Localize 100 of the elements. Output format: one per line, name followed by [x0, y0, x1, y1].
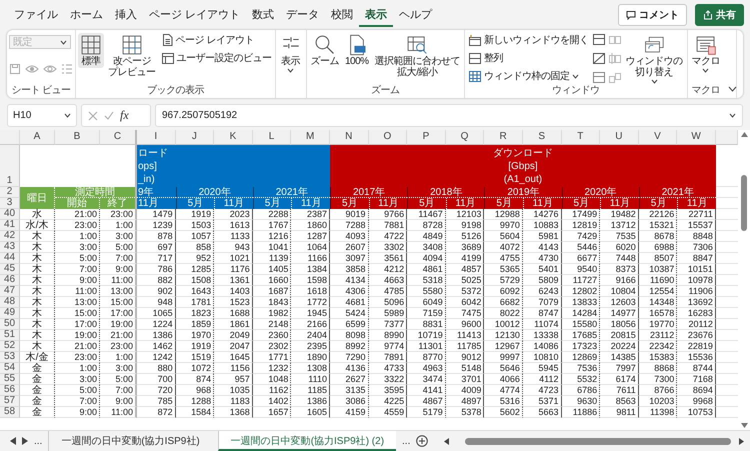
- table-cell: 21:00: [55, 341, 100, 352]
- table-cell: 金: [20, 385, 55, 396]
- row-header[interactable]: 51: [0, 330, 20, 341]
- sheet-tab[interactable]: 一週間の日中変動(協力ISP9社): [48, 431, 212, 451]
- row-header[interactable]: 41: [0, 220, 20, 231]
- row-header[interactable]: 3: [0, 198, 20, 209]
- row-header[interactable]: 49: [0, 308, 20, 319]
- ribbon-button[interactable]: マクロ: [690, 33, 722, 74]
- column-header[interactable]: P: [407, 130, 446, 145]
- row-header[interactable]: 52: [0, 341, 20, 352]
- table-cell: 13338: [522, 330, 562, 341]
- table-cell: 23:00: [55, 220, 100, 231]
- ribbon-button[interactable]: ユーザー設定のビュー: [160, 51, 272, 65]
- more-sheets[interactable]: ...: [402, 436, 410, 446]
- ribbon-button[interactable]: ズーム: [308, 33, 341, 68]
- row-header[interactable]: 2: [0, 187, 20, 198]
- ribbon-button[interactable]: 表示: [278, 33, 304, 74]
- menu-tab[interactable]: ファイル: [8, 4, 64, 26]
- column-header[interactable]: C: [100, 130, 137, 145]
- column-header[interactable]: V: [638, 130, 678, 145]
- row-header[interactable]: 54: [0, 363, 20, 374]
- menu-tab[interactable]: 数式: [246, 4, 280, 26]
- row-header[interactable]: 47: [0, 286, 20, 297]
- menu-tab[interactable]: ホーム: [64, 4, 109, 26]
- table-cell: 2395: [291, 341, 330, 352]
- ribbon-button[interactable]: 改ページ プレビュー: [106, 33, 158, 79]
- table-cell: 4066: [484, 374, 523, 385]
- row-header[interactable]: 48: [0, 297, 20, 308]
- menu-tab[interactable]: 校閲: [325, 4, 360, 26]
- column-header[interactable]: A: [20, 130, 55, 145]
- column-header[interactable]: I: [137, 130, 176, 145]
- more-sheets[interactable]: ...: [34, 436, 42, 446]
- name-box[interactable]: H10: [7, 104, 77, 127]
- reset-position-icon: [608, 71, 622, 84]
- table-cell: 1:00: [100, 220, 137, 231]
- ribbon-button[interactable]: 新しいウィンドウを開く: [467, 33, 590, 47]
- column-header[interactable]: R: [484, 130, 523, 145]
- table-cell: 8373: [600, 264, 639, 275]
- menu-tab[interactable]: 表示: [359, 4, 394, 26]
- select-all-button[interactable]: [0, 130, 20, 145]
- row-header[interactable]: 57: [0, 396, 20, 407]
- table-cell: 7:00: [100, 385, 137, 396]
- table-cell: 2607: [330, 242, 369, 253]
- column-header[interactable]: O: [368, 130, 408, 145]
- column-header[interactable]: N: [330, 130, 369, 145]
- row-header[interactable]: 58: [0, 407, 20, 418]
- row-header[interactable]: 40: [0, 209, 20, 220]
- column-header[interactable]: Q: [446, 130, 484, 145]
- ribbon-button[interactable]: 標準: [78, 33, 104, 68]
- menu-tab[interactable]: ページ レイアウト: [143, 4, 246, 26]
- ribbon-button[interactable]: ウィンドウの 切り替え: [624, 33, 685, 85]
- table-cell: 3322: [368, 374, 408, 385]
- table-cell: 4199: [446, 253, 484, 264]
- row-header[interactable]: 42: [0, 231, 20, 242]
- scrollbar-thumb[interactable]: [465, 438, 731, 444]
- column-header[interactable]: L: [252, 130, 292, 145]
- column-header[interactable]: T: [562, 130, 600, 145]
- ribbon-button[interactable]: 選択範囲に合わせて 拡大/縮小: [372, 33, 462, 79]
- table-cell: 金: [20, 374, 55, 385]
- menu-tab[interactable]: データ: [280, 4, 326, 26]
- table-cell: 2288: [252, 209, 292, 220]
- table-cell: 3:00: [100, 231, 137, 242]
- column-header[interactable]: M: [291, 130, 330, 145]
- column-header[interactable]: B: [55, 130, 100, 145]
- comment-button[interactable]: コメント: [618, 4, 687, 26]
- row-header[interactable]: 53: [0, 352, 20, 363]
- table-cell: 1688: [214, 308, 253, 319]
- menu-tab[interactable]: 挿入: [109, 4, 143, 26]
- table-cell: 1503: [176, 220, 214, 231]
- row-header[interactable]: 43: [0, 242, 20, 253]
- column-header[interactable]: S: [522, 130, 562, 145]
- column-header[interactable]: K: [214, 130, 253, 145]
- row-header[interactable]: 45: [0, 264, 20, 275]
- column-header[interactable]: W: [677, 130, 716, 145]
- insert-function-button[interactable]: fx: [120, 108, 129, 123]
- table-cell: 10203: [638, 396, 678, 407]
- table-cell: 4009: [446, 385, 484, 396]
- share-button[interactable]: 共有: [695, 4, 744, 26]
- menu-tab[interactable]: ヘルプ: [393, 4, 438, 26]
- column-header[interactable]: J: [176, 130, 214, 145]
- table-cell: 木: [20, 264, 55, 275]
- formula-field[interactable]: 967.2507505192: [155, 104, 743, 127]
- row-header[interactable]: 44: [0, 253, 20, 264]
- column-header[interactable]: [716, 130, 738, 145]
- row-header[interactable]: 56: [0, 385, 20, 396]
- ribbon-button[interactable]: 100%: [343, 33, 371, 68]
- ribbon-button[interactable]: ウィンドウ枠の固定: [467, 69, 590, 83]
- scrollbar-thumb[interactable]: [741, 175, 747, 231]
- table-cell: 木: [20, 297, 55, 308]
- row-header[interactable]: 46: [0, 275, 20, 286]
- table-cell: 8098: [330, 330, 369, 341]
- row-header[interactable]: 50: [0, 319, 20, 330]
- row-header[interactable]: 1: [0, 145, 20, 187]
- table-cell: 5580: [407, 286, 446, 297]
- row-header[interactable]: 55: [0, 374, 20, 385]
- sheet-tab[interactable]: 一週間の日中変動(協力ISP9社) (2): [218, 431, 396, 451]
- table-cell: 1479: [137, 209, 176, 220]
- ribbon-button[interactable]: 整列: [467, 51, 590, 65]
- ribbon-button[interactable]: ページ レイアウト: [160, 33, 272, 47]
- column-header[interactable]: U: [600, 130, 639, 145]
